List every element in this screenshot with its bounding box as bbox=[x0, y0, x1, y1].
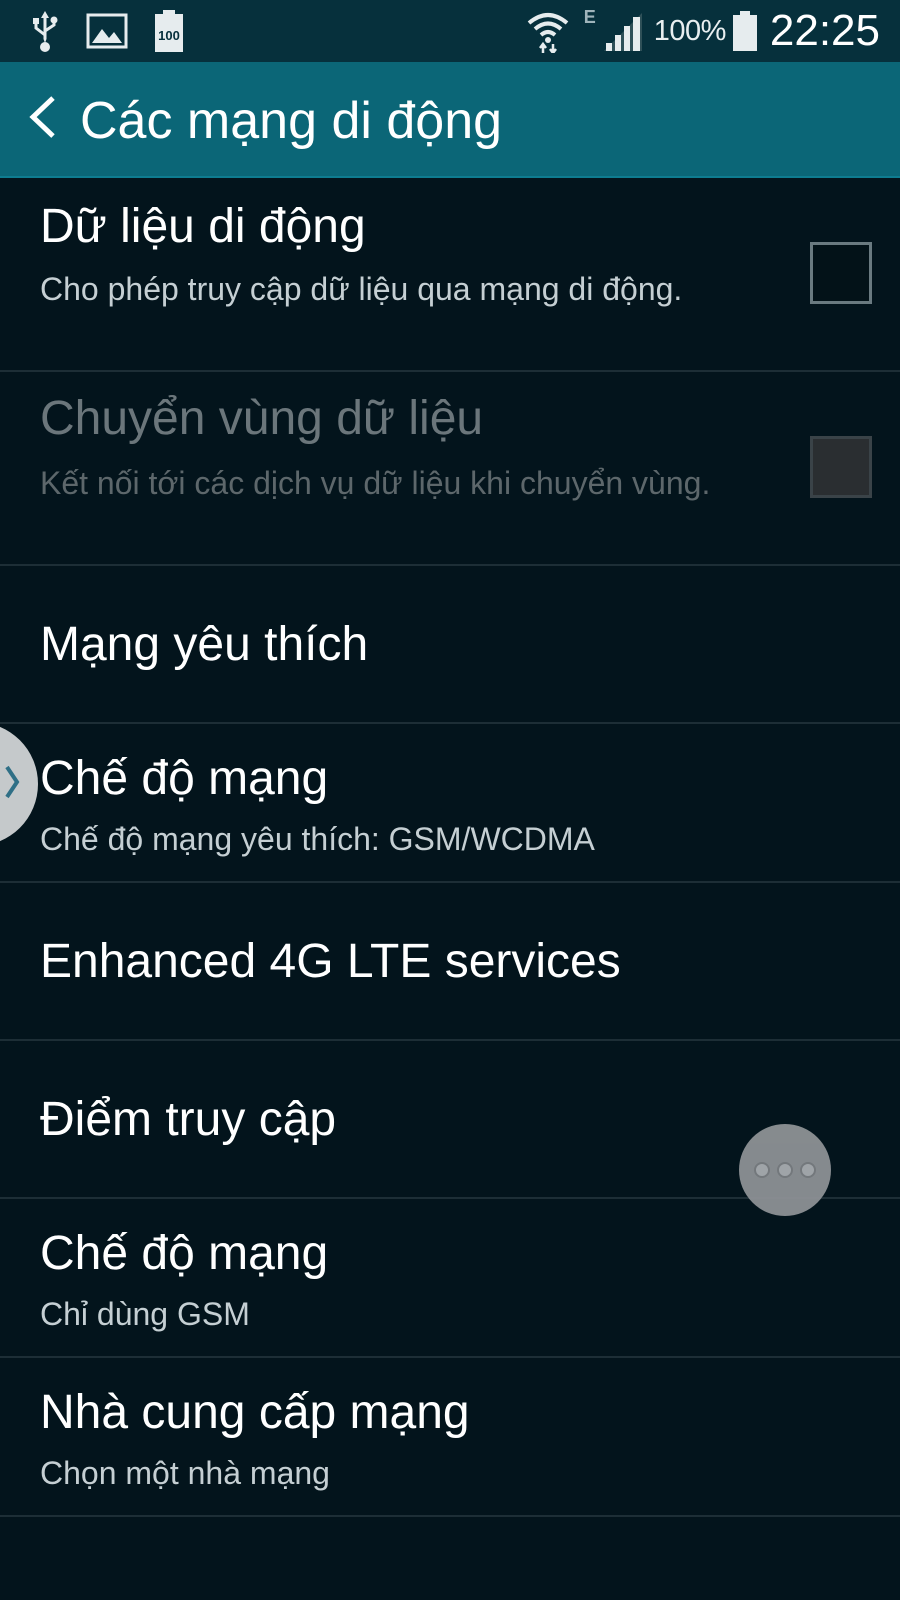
list-item-summary: Cho phép truy cập dữ liệu qua mạng di độ… bbox=[40, 271, 683, 307]
list-item-network-operator[interactable]: Nhà cung cấp mạng Chọn một nhà mạng bbox=[0, 1358, 900, 1517]
clock: 22:25 bbox=[769, 6, 880, 55]
list-item-network-mode-2[interactable]: Chế độ mạng Chỉ dùng GSM bbox=[0, 1199, 900, 1358]
network-type-label: E bbox=[583, 6, 596, 27]
chevron-left-icon bbox=[27, 94, 57, 145]
battery-icon bbox=[732, 11, 758, 51]
list-item-title: Dữ liệu di động bbox=[40, 200, 366, 253]
list-item-title: Chế độ mạng bbox=[40, 1227, 329, 1280]
image-icon bbox=[86, 13, 128, 49]
list-item-title: Mạng yêu thích bbox=[40, 618, 369, 671]
mobile-data-checkbox[interactable] bbox=[810, 242, 872, 304]
list-item-mobile-data[interactable]: Dữ liệu di động Cho phép truy cập dữ liệ… bbox=[0, 178, 900, 372]
screen: 100 E 100% 22:25 Các mạng di động Dữ liệ… bbox=[0, 0, 900, 1600]
status-bar-right: E 100% 22:25 bbox=[526, 4, 880, 58]
battery-percent: 100% bbox=[653, 14, 727, 47]
list-item-title: Chế độ mạng bbox=[40, 752, 329, 805]
list-item-enhanced-lte[interactable]: Enhanced 4G LTE services bbox=[0, 883, 900, 1041]
more-dot-icon bbox=[800, 1162, 816, 1178]
battery-saver-icon: 100 bbox=[154, 10, 184, 52]
list-item-title: Enhanced 4G LTE services bbox=[40, 935, 621, 988]
list-item-summary: Kết nối tới các dịch vụ dữ liệu khi chuy… bbox=[40, 465, 711, 501]
chevron-right-icon bbox=[4, 764, 20, 805]
list-item-data-roaming[interactable]: Chuyển vùng dữ liệu Kết nối tới các dịch… bbox=[0, 372, 900, 566]
list-item-title: Điểm truy cập bbox=[40, 1093, 337, 1146]
more-dot-icon bbox=[777, 1162, 793, 1178]
more-dot-icon bbox=[754, 1162, 770, 1178]
usb-icon bbox=[30, 9, 60, 53]
floating-more-button[interactable] bbox=[739, 1124, 831, 1216]
settings-list: Dữ liệu di động Cho phép truy cập dữ liệ… bbox=[0, 178, 900, 1517]
app-bar: Các mạng di động bbox=[0, 62, 900, 178]
wifi-icon bbox=[526, 9, 570, 53]
back-button[interactable] bbox=[14, 88, 70, 150]
status-bar-left: 100 bbox=[30, 8, 184, 54]
list-item-title: Chuyển vùng dữ liệu bbox=[40, 392, 484, 445]
list-item-title: Nhà cung cấp mạng bbox=[40, 1386, 470, 1439]
status-bar: 100 E 100% 22:25 bbox=[0, 0, 900, 62]
list-item-preferred-networks[interactable]: Mạng yêu thích bbox=[0, 566, 900, 724]
battery-saver-label: 100 bbox=[158, 28, 180, 43]
list-item-summary: Chọn một nhà mạng bbox=[40, 1455, 330, 1491]
signal-icon bbox=[602, 11, 644, 51]
list-item-summary: Chế độ mạng yêu thích: GSM/WCDMA bbox=[40, 821, 595, 857]
page-title: Các mạng di động bbox=[80, 92, 503, 150]
data-roaming-checkbox[interactable] bbox=[810, 436, 872, 498]
list-item-network-mode[interactable]: Chế độ mạng Chế độ mạng yêu thích: GSM/W… bbox=[0, 724, 900, 883]
list-item-summary: Chỉ dùng GSM bbox=[40, 1296, 250, 1332]
